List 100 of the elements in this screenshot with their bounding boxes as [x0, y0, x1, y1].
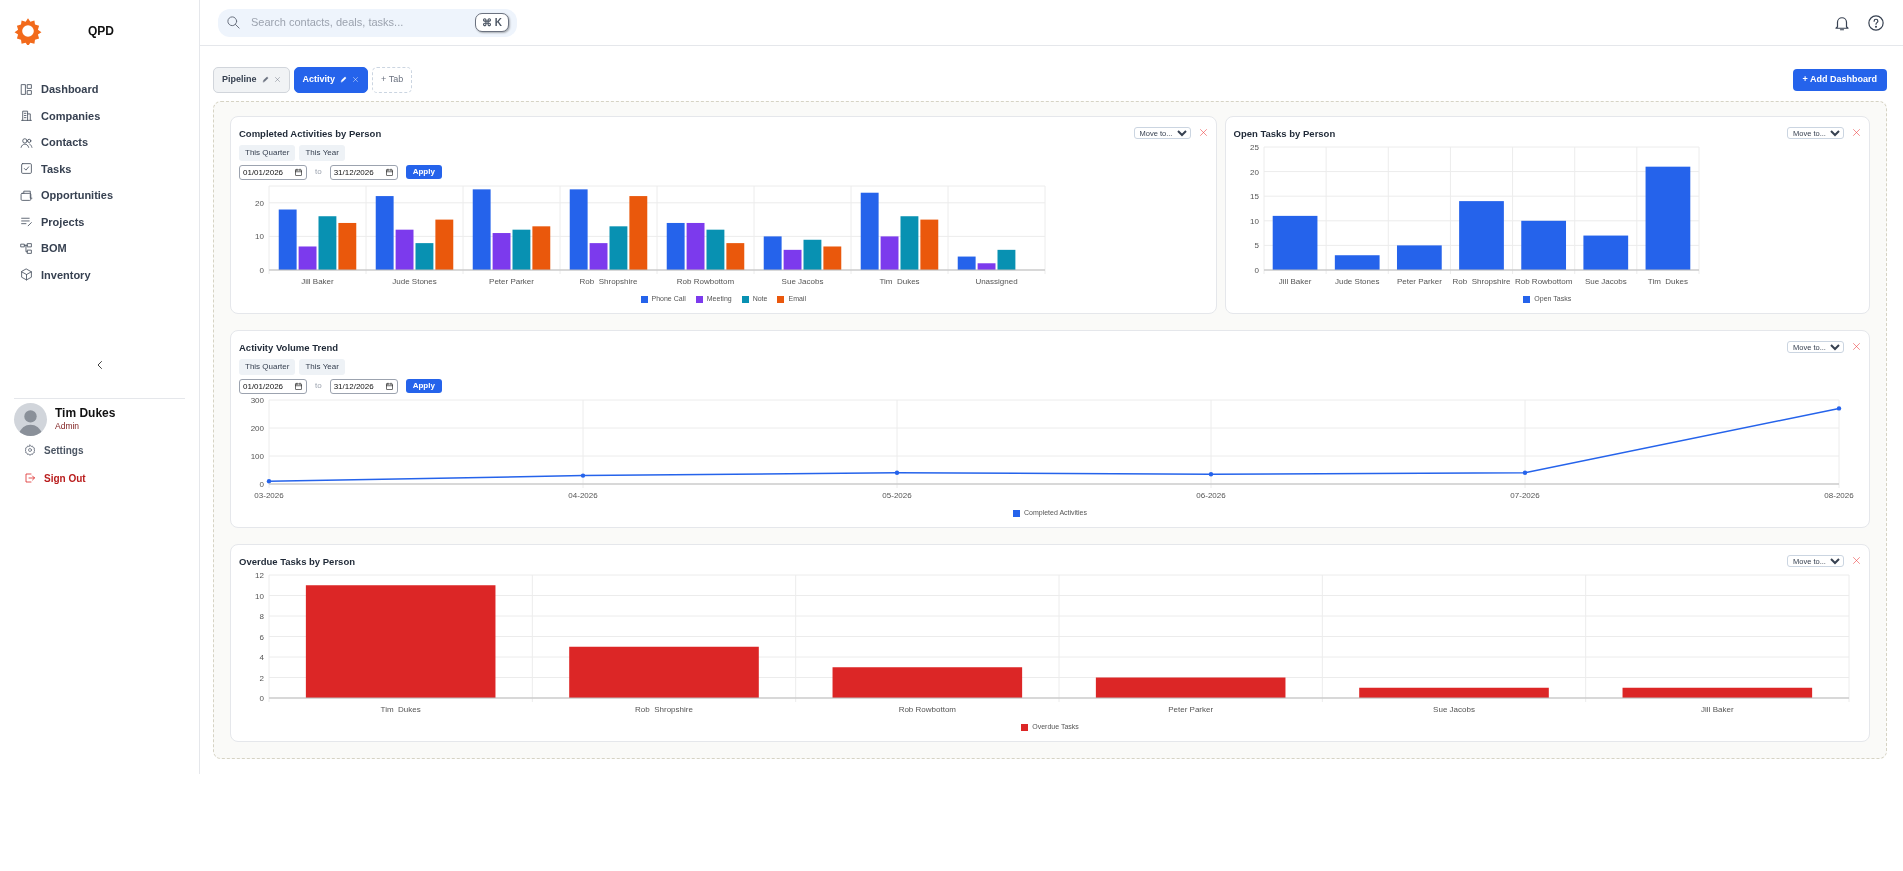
sidebar-item[interactable]: Tasks: [14, 155, 185, 182]
data-point: [580, 473, 586, 478]
preset-button[interactable]: This Year: [299, 144, 345, 161]
calendar-icon[interactable]: [384, 381, 394, 391]
tick-label: 0: [1254, 265, 1259, 275]
data-point: [266, 478, 272, 484]
calendar-icon[interactable]: [384, 167, 394, 177]
tick-label: 10: [255, 232, 264, 242]
bar: [823, 246, 842, 270]
dashboard-icon: [20, 82, 33, 96]
axis-label: Sue Jacobs: [1433, 704, 1475, 714]
tick-label: 10: [1249, 216, 1259, 226]
bar: [532, 226, 551, 270]
axis-label: Rob Shropshire: [635, 704, 693, 714]
axis-label: Jill Baker: [1278, 276, 1311, 286]
tick-label: 12: [255, 570, 264, 580]
axis-label: 08-2026: [1824, 490, 1854, 500]
data-point: [1522, 470, 1528, 475]
calendar-icon[interactable]: [294, 381, 303, 391]
axis-label: Rob Rowbottom: [898, 704, 956, 714]
range-separator: to: [315, 166, 322, 179]
gear-logo-icon: [14, 17, 42, 45]
search-field[interactable]: Search contacts, deals, tasks... ⌘ K: [218, 8, 517, 37]
range-separator: to: [315, 380, 322, 393]
data-point: [1836, 405, 1842, 411]
bar: [1396, 245, 1442, 270]
user-role: Admin: [55, 420, 81, 434]
tick-label: 0: [259, 479, 264, 489]
date-field[interactable]: 31/12/2026: [329, 164, 398, 180]
date-field[interactable]: 01/01/2026: [239, 378, 307, 394]
bar: [1334, 255, 1380, 270]
apply-button[interactable]: Apply: [405, 165, 442, 180]
briefcase-icon: [20, 188, 33, 202]
sidebar-item[interactable]: BOM: [14, 235, 185, 262]
axis-label: Jude Stones: [392, 276, 437, 286]
settings-link[interactable]: Settings: [14, 436, 185, 464]
axis-label: Peter Parker: [1396, 276, 1442, 286]
axis-label: Tim Dukes: [380, 704, 421, 714]
tick-label: 10: [255, 591, 264, 601]
close-icon: [1852, 556, 1861, 565]
preset-button[interactable]: This Quarter: [239, 144, 296, 161]
sidebar-item[interactable]: Contacts: [14, 129, 185, 156]
axis-label: Peter Parker: [1168, 704, 1214, 714]
axis-label: Rob Rowbottom: [1514, 276, 1572, 286]
pencil-icon[interactable]: [261, 76, 269, 84]
date-field[interactable]: 31/12/2026: [329, 378, 398, 394]
axis-label: 04-2026: [568, 490, 598, 500]
apply-button[interactable]: Apply: [405, 379, 442, 394]
calendar-icon[interactable]: [294, 167, 303, 177]
help-icon[interactable]: [1867, 13, 1885, 32]
bar: [666, 222, 685, 270]
sidebar-item[interactable]: Companies: [14, 102, 185, 129]
sidebar-item[interactable]: Projects: [14, 208, 185, 235]
sidebar-item[interactable]: Inventory: [14, 261, 185, 288]
tick-label: 20: [1249, 167, 1259, 177]
widget-title: Open Tasks by Person: [1233, 126, 1336, 141]
tick-label: 8: [259, 611, 264, 621]
dashboard-tab[interactable]: Pipeline: [213, 67, 290, 93]
bar: [338, 222, 357, 270]
add-dashboard-button[interactable]: + Add Dashboard: [1792, 69, 1887, 91]
axis-label: Sue Jacobs: [1584, 276, 1627, 286]
bar: [1458, 200, 1504, 270]
sign-out-link[interactable]: Sign Out: [14, 464, 185, 492]
axis-label: 05-2026: [882, 490, 912, 500]
close-icon: [1198, 128, 1208, 137]
hierarchy-icon: [20, 241, 33, 255]
data-point: [894, 470, 900, 475]
tick-label: 2: [259, 673, 264, 683]
bar: [1582, 235, 1628, 270]
preset-button[interactable]: This Quarter: [239, 358, 296, 375]
add-tab-button[interactable]: + Tab: [372, 67, 413, 93]
preset-button[interactable]: This Year: [299, 358, 345, 375]
tick-label: 100: [250, 451, 264, 461]
settings-icon: [24, 444, 36, 456]
tick-label: 20: [255, 198, 264, 208]
axis-label: Jill Baker: [1701, 704, 1734, 714]
tick-label: 4: [259, 652, 264, 662]
people-icon: [20, 135, 33, 149]
sidebar-item[interactable]: Dashboard: [14, 76, 185, 103]
box-icon: [20, 268, 33, 282]
widget-title: Overdue Tasks by Person: [239, 554, 355, 569]
widget-title: Completed Activities by Person: [239, 126, 382, 141]
close-icon: [1852, 342, 1861, 351]
sidebar-item[interactable]: Opportunities: [14, 182, 185, 209]
close-icon: [1852, 128, 1861, 137]
axis-label: Rob Shropshire: [579, 276, 638, 286]
axis-label: 06-2026: [1196, 490, 1226, 500]
data-point: [1208, 471, 1214, 477]
search-input[interactable]: Search contacts, deals, tasks...: [249, 13, 467, 32]
axis-label: Sue Jacobs: [781, 276, 824, 286]
axis-label: Tim Dukes: [879, 276, 920, 286]
bar: [920, 219, 939, 270]
tick-label: 300: [250, 395, 264, 405]
bar: [1520, 220, 1566, 270]
axis-label: 03-2026: [254, 490, 284, 500]
tick-label: 200: [250, 423, 264, 433]
axis-label: Jill Baker: [301, 276, 334, 286]
axis-label: Rob Rowbottom: [676, 276, 735, 286]
app-name: QPD: [88, 23, 114, 40]
date-field[interactable]: 01/01/2026: [239, 164, 307, 180]
